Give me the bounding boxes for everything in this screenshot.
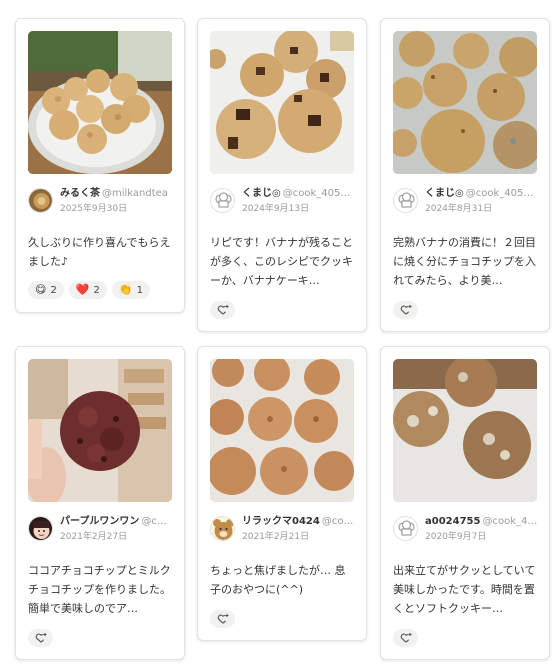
report-date: 2024年9月13日 bbox=[242, 204, 310, 214]
add-reaction-button[interactable] bbox=[393, 301, 418, 319]
user-handle[interactable]: @cook_4… bbox=[482, 516, 537, 527]
user-handle[interactable]: @milkandtea bbox=[102, 188, 168, 199]
user-handle[interactable]: @cook_405… bbox=[283, 188, 351, 199]
heart-plus-icon bbox=[217, 614, 228, 624]
recipe-report-card[interactable]: a0024755 @cook_4… 2020年9月7日 出来立てがサクッとしていて… bbox=[380, 346, 550, 660]
user-handle[interactable]: @c… bbox=[141, 516, 167, 527]
recipe-report-card[interactable]: くまじ◎ @cook_405… 2024年9月13日 リピです！バナナが残ることが… bbox=[197, 18, 367, 332]
reaction-count: 2 bbox=[93, 284, 100, 296]
user-avatar[interactable] bbox=[393, 516, 418, 541]
user-avatar[interactable] bbox=[28, 188, 53, 213]
recipe-report-card[interactable]: くまじ◎ @cook_405… 2024年8月31日 完熟バナナの消費に！２回目に… bbox=[380, 18, 550, 332]
report-comment: 久しぶりに作り喜んでもらえました♪ bbox=[28, 236, 171, 268]
report-date: 2025年9月30日 bbox=[60, 204, 128, 214]
reaction-list: 😋 2 ❤️ 2 👏 1 bbox=[28, 281, 172, 299]
report-date: 2021年2月21日 bbox=[242, 532, 310, 542]
add-reaction-button[interactable] bbox=[210, 301, 235, 319]
user-avatar[interactable] bbox=[210, 188, 235, 213]
report-photo[interactable] bbox=[28, 359, 172, 502]
user-name[interactable]: リラックマ0424 bbox=[242, 516, 320, 527]
user-avatar[interactable] bbox=[393, 188, 418, 213]
user-name[interactable]: パープルワンワン bbox=[60, 516, 139, 527]
recipe-report-card[interactable]: パープルワンワン @c… 2021年2月27日 ココアチョコチップとミルクチョコチ… bbox=[15, 346, 185, 660]
user-name[interactable]: a0024755 bbox=[425, 516, 480, 527]
heart-plus-icon bbox=[400, 305, 411, 315]
heart-plus-icon bbox=[217, 305, 228, 315]
report-photo[interactable] bbox=[210, 359, 354, 502]
cookie-photo-image bbox=[28, 31, 172, 174]
report-photo[interactable] bbox=[393, 31, 537, 174]
yummy-face-icon: 😋 bbox=[35, 283, 47, 296]
report-date: 2021年2月27日 bbox=[60, 532, 128, 542]
user-avatar[interactable] bbox=[28, 516, 53, 541]
reaction-heart-chip[interactable]: ❤️ 2 bbox=[68, 281, 107, 299]
add-reaction-button[interactable] bbox=[210, 610, 235, 628]
user-name[interactable]: くまじ◎ bbox=[242, 188, 281, 199]
clapping-hands-icon: 👏 bbox=[118, 283, 133, 296]
recipe-report-card[interactable]: リラックマ0424 @co… 2021年2月21日 ちょっと焦げましたが… 息子の… bbox=[197, 346, 367, 641]
report-comment: ちょっと焦げましたが… 息子のおやつに(^^) bbox=[210, 564, 346, 596]
report-comment: 出来立てがサクッとしていて美味しかったです。時間を置くとソフトクッキー… bbox=[393, 564, 536, 615]
cookie-photo-image bbox=[210, 31, 354, 174]
add-reaction-button[interactable] bbox=[393, 629, 418, 647]
chef-hat-icon bbox=[394, 517, 417, 540]
user-handle[interactable]: @cook_405… bbox=[466, 188, 534, 199]
cookie-photo-image bbox=[393, 359, 537, 502]
chef-hat-icon bbox=[211, 189, 234, 212]
reaction-count: 1 bbox=[136, 284, 143, 296]
cookie-photo-image bbox=[393, 31, 537, 174]
heart-plus-icon bbox=[400, 633, 411, 643]
reaction-yummy-chip[interactable]: 😋 2 bbox=[28, 281, 64, 299]
reaction-count: 2 bbox=[50, 284, 57, 296]
reaction-clap-chip[interactable]: 👏 1 bbox=[111, 281, 150, 299]
report-photo[interactable] bbox=[393, 359, 537, 502]
report-photo[interactable] bbox=[210, 31, 354, 174]
report-date: 2024年8月31日 bbox=[425, 204, 493, 214]
report-comment: ココアチョコチップとミルクチョコチップを作りました。簡単で美味しのでア… bbox=[28, 564, 171, 615]
report-comment: リピです！バナナが残ることが多く、このレシピでクッキーか、バナナケーキ… bbox=[210, 236, 353, 287]
heart-icon: ❤️ bbox=[75, 283, 90, 296]
report-comment: 完熟バナナの消費に！２回目に焼く分にチョコチップを入れてみたら、より美… bbox=[393, 236, 536, 287]
report-photo[interactable] bbox=[28, 31, 172, 174]
user-avatar[interactable] bbox=[210, 516, 235, 541]
report-date: 2020年9月7日 bbox=[425, 532, 487, 542]
chef-hat-icon bbox=[394, 189, 417, 212]
recipe-report-card[interactable]: みるく茶 @milkandtea 2025年9月30日 久しぶりに作り喜んでもらえ… bbox=[15, 18, 185, 313]
cookie-photo-image bbox=[210, 359, 354, 502]
user-handle[interactable]: @co… bbox=[322, 516, 354, 527]
user-name[interactable]: くまじ◎ bbox=[425, 188, 464, 199]
cookie-photo-image bbox=[28, 359, 172, 502]
add-reaction-button[interactable] bbox=[28, 629, 53, 647]
heart-plus-icon bbox=[35, 633, 46, 643]
user-name[interactable]: みるく茶 bbox=[60, 188, 100, 199]
